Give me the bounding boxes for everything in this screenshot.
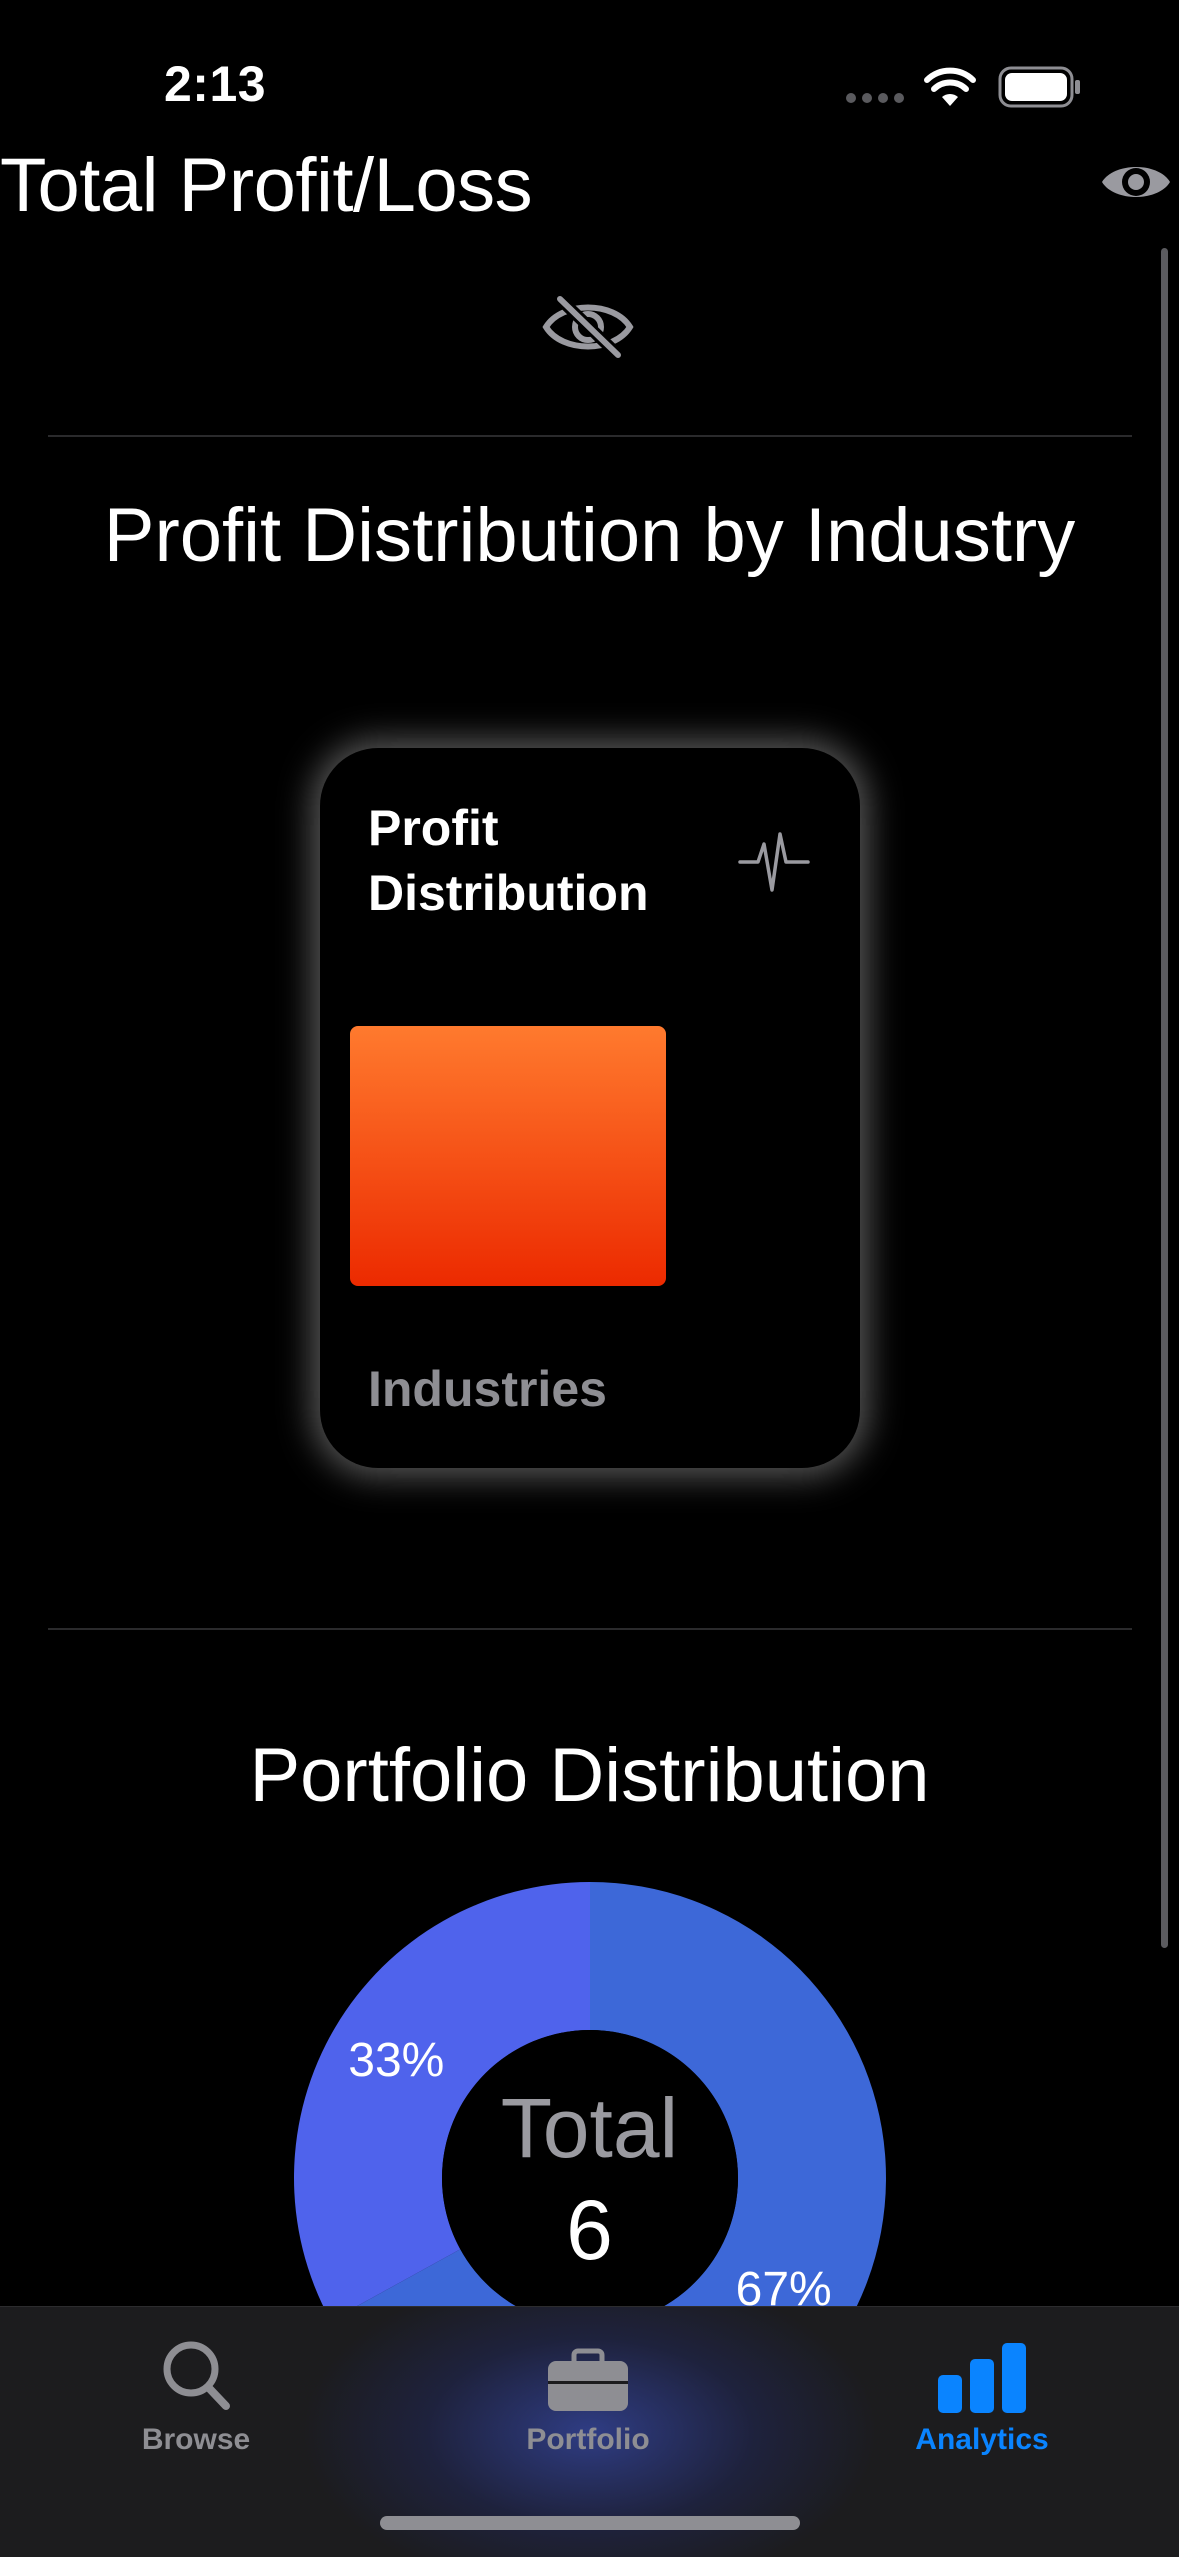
bar-chart-icon	[938, 2343, 1026, 2413]
waveform-pulse-icon	[738, 832, 810, 892]
wifi-icon	[924, 67, 976, 106]
tab-portfolio[interactable]: Portfolio	[438, 2307, 738, 2507]
card-footer-label: Industries	[368, 1361, 607, 1417]
portfolio-section-title: Portfolio Distribution	[249, 1733, 930, 1818]
tab-analytics[interactable]: Analytics	[832, 2307, 1132, 2507]
magnifying-glass-icon	[163, 2341, 230, 2410]
page-title: Total Profit/Loss	[0, 143, 533, 228]
eye-icon[interactable]	[1100, 156, 1172, 208]
briefcase-icon	[548, 2348, 628, 2411]
profit-bar	[350, 1026, 666, 1286]
profit-section-title: Profit Distribution by Industry	[103, 493, 1076, 578]
divider	[48, 435, 1132, 437]
home-indicator	[380, 2516, 800, 2530]
tab-browse-label: Browse	[141, 2423, 251, 2456]
tab-analytics-label: Analytics	[915, 2423, 1049, 2456]
donut-center-label: Total	[500, 2081, 679, 2175]
tab-browse[interactable]: Browse	[46, 2307, 346, 2507]
donut-hole	[442, 2030, 738, 2326]
status-time: 2:13	[164, 56, 267, 112]
tab-portfolio-label: Portfolio	[526, 2423, 650, 2456]
divider	[48, 1628, 1132, 1630]
card-title: Profit Distribution	[368, 800, 649, 921]
profit-distribution-card[interactable]: Profit Distribution Industries	[320, 748, 860, 1468]
battery-icon	[998, 66, 1080, 108]
donut-center-value: 6	[566, 2183, 613, 2277]
cellular-signal-icon	[846, 93, 904, 103]
eye-slash-icon[interactable]	[540, 293, 636, 361]
